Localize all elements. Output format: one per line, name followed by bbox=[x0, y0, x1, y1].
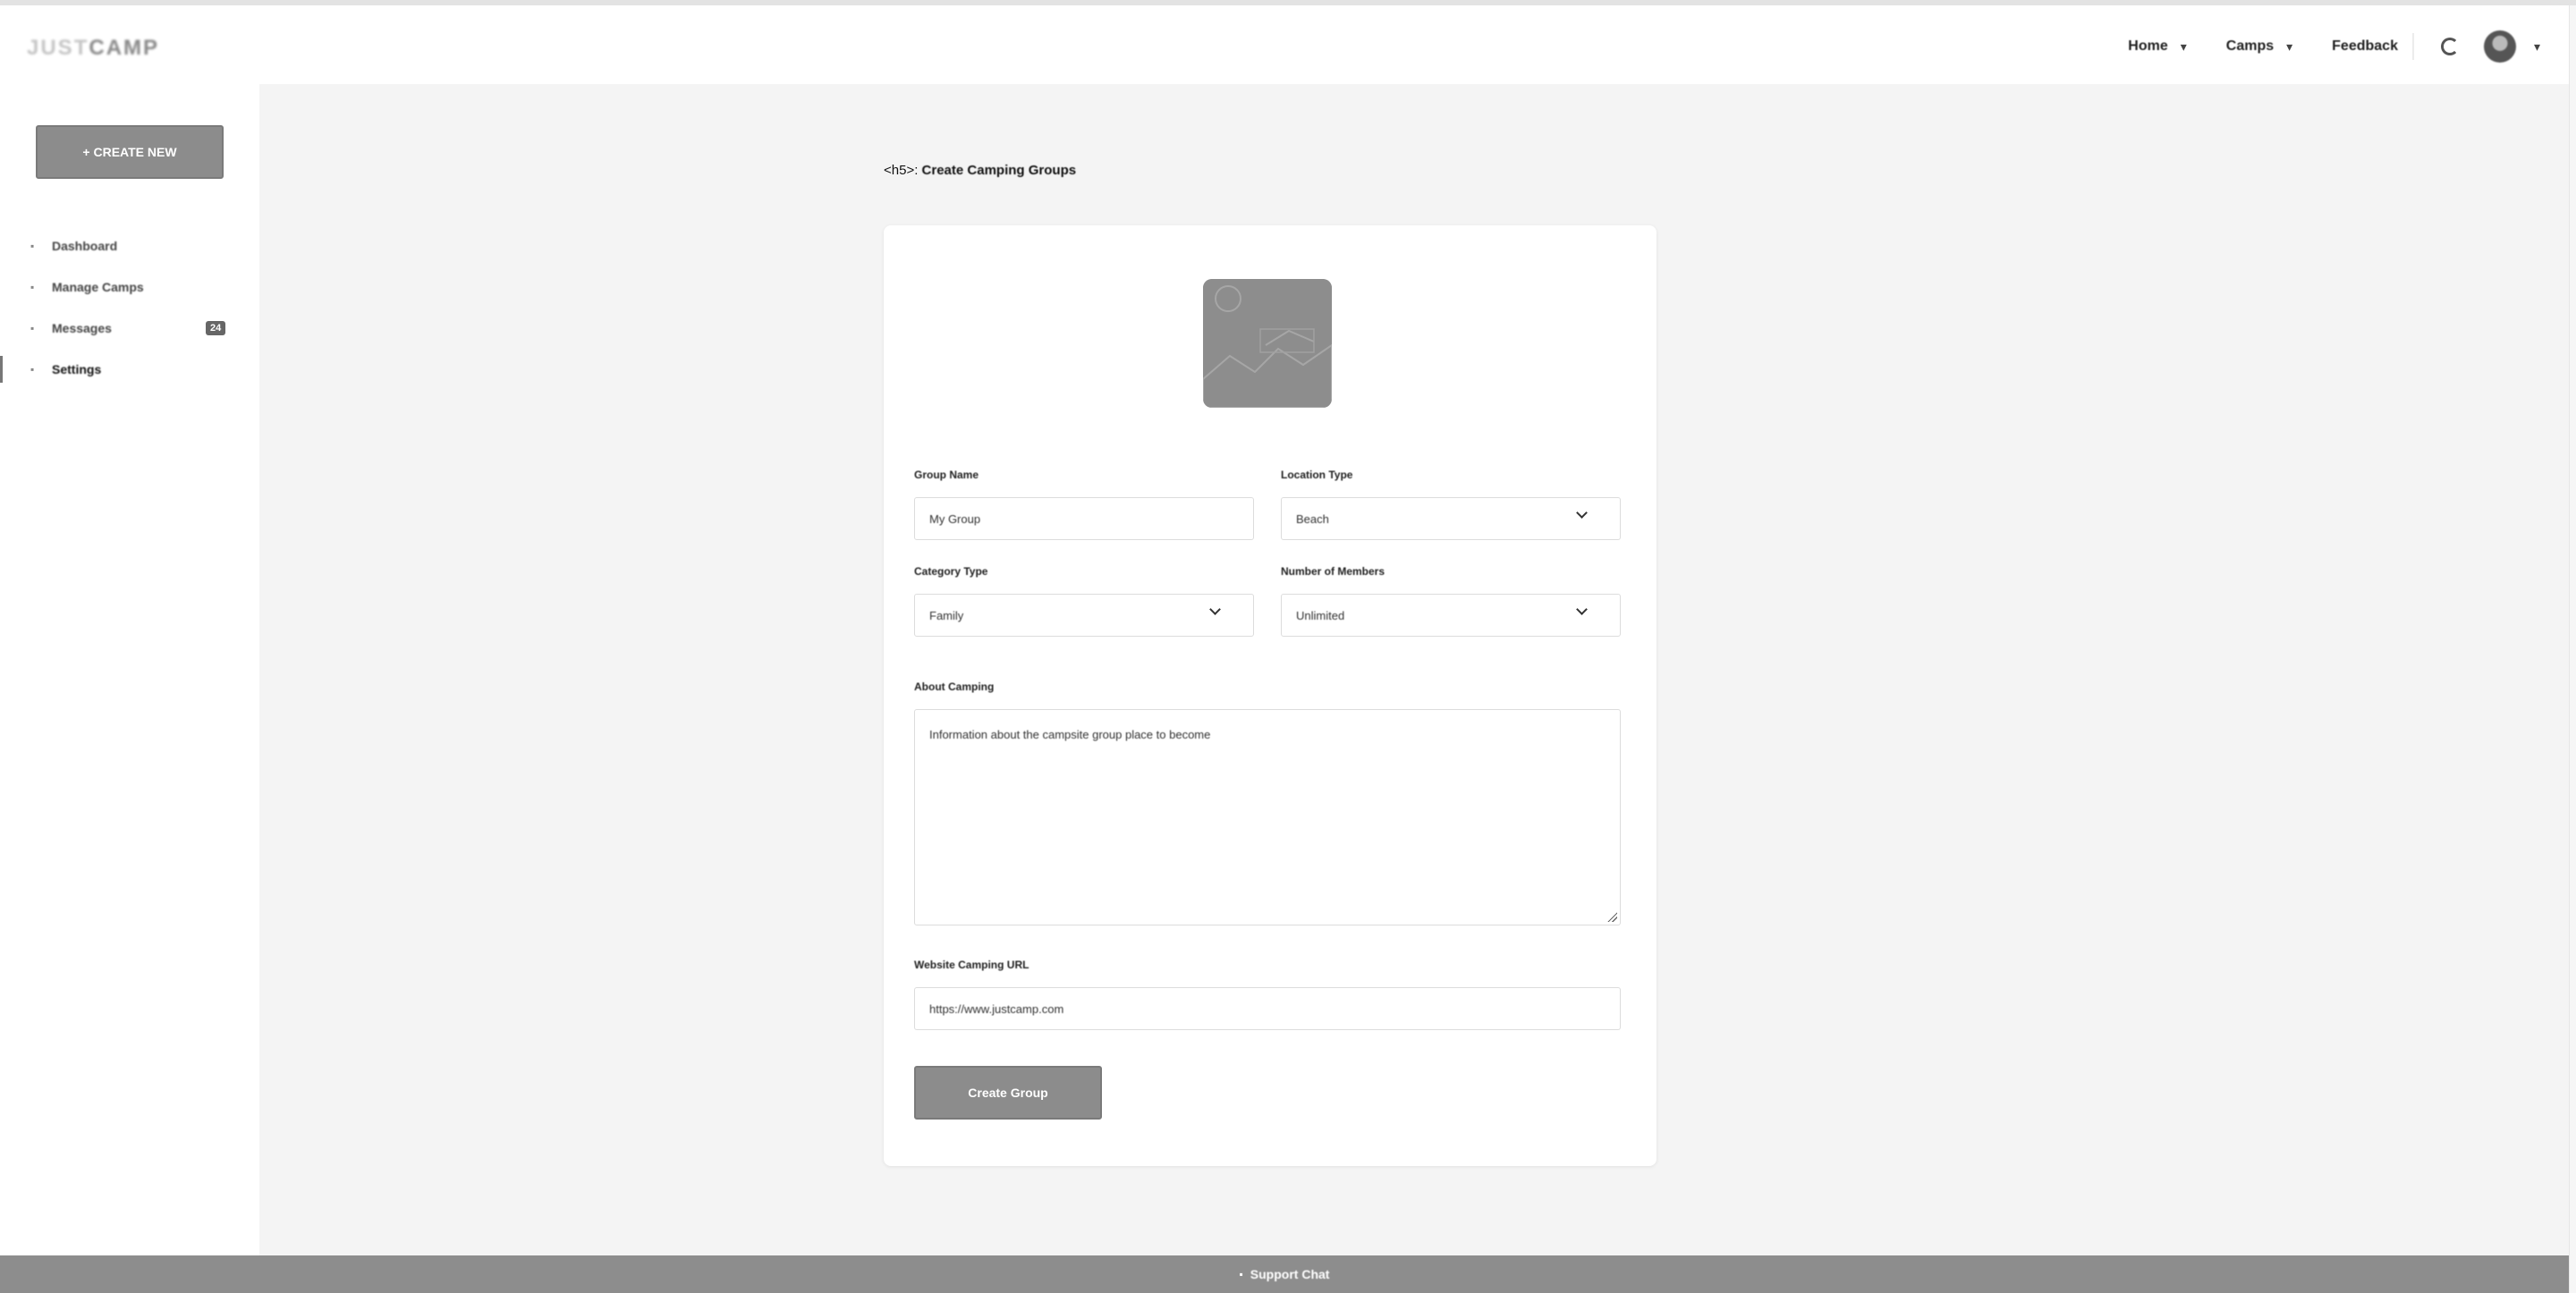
chevron-down-icon[interactable]: ▾ bbox=[2181, 39, 2187, 55]
active-indicator bbox=[0, 356, 3, 383]
website-url-value: https://www.justcamp.com bbox=[929, 1001, 1064, 1016]
nav-divider bbox=[2411, 33, 2414, 60]
group-name-value: My Group bbox=[929, 511, 981, 526]
chevron-down-icon[interactable]: ▾ bbox=[2534, 39, 2540, 55]
top-nav: Home ▾ Camps ▾ Feedback ▾ bbox=[2123, 29, 2540, 64]
sidebar-item-label: Messages bbox=[52, 321, 112, 335]
nav-camps[interactable]: Camps bbox=[2221, 38, 2279, 55]
support-chat-label: Support Chat bbox=[1250, 1267, 1330, 1281]
page-title-prefix: <h5>: bbox=[884, 163, 919, 178]
page-title-text: Create Camping Groups bbox=[921, 163, 1077, 178]
sidebar-item-messages[interactable]: ▪ Messages 24 bbox=[0, 313, 259, 343]
group-name-label: Group Name bbox=[914, 469, 979, 481]
messages-count-badge: 24 bbox=[206, 321, 226, 335]
refresh-icon[interactable] bbox=[2440, 38, 2459, 55]
tent-icon: ▪ bbox=[30, 281, 35, 293]
about-camping-textarea[interactable]: Information about the campsite group pla… bbox=[914, 709, 1621, 925]
location-type-label: Location Type bbox=[1281, 469, 1353, 481]
top-header: JUSTCAMP Home ▾ Camps ▾ Feedback ▾ bbox=[0, 5, 2576, 84]
gear-icon: ▪ bbox=[30, 363, 35, 376]
sidebar-item-manage-camps[interactable]: ▪ Manage Camps bbox=[0, 272, 259, 302]
members-select[interactable]: Unlimited bbox=[1281, 594, 1621, 637]
group-image-upload[interactable] bbox=[1203, 279, 1332, 408]
chevron-down-icon bbox=[1209, 604, 1221, 615]
category-type-select[interactable]: Family bbox=[914, 594, 1254, 637]
dashboard-icon: ▪ bbox=[30, 240, 35, 252]
resize-handle-icon[interactable] bbox=[1606, 911, 1617, 922]
create-new-button[interactable]: + CREATE NEW bbox=[36, 125, 224, 179]
website-url-input[interactable]: https://www.justcamp.com bbox=[914, 987, 1621, 1030]
sidebar-item-label: Settings bbox=[52, 362, 102, 376]
logo-part2: CAMP bbox=[89, 36, 160, 60]
category-type-label: Category Type bbox=[914, 565, 988, 578]
create-group-button[interactable]: Create Group bbox=[914, 1066, 1102, 1120]
page-scrollbar[interactable] bbox=[2569, 5, 2576, 1293]
chat-icon: ▪ bbox=[1239, 1268, 1243, 1280]
logo-part1: JUST bbox=[27, 36, 89, 60]
location-type-value: Beach bbox=[1296, 511, 1329, 526]
about-camping-value: Information about the campsite group pla… bbox=[929, 728, 1211, 741]
sidebar-item-dashboard[interactable]: ▪ Dashboard bbox=[0, 231, 259, 261]
sidebar-item-settings[interactable]: ▪ Settings bbox=[0, 354, 259, 385]
avatar[interactable] bbox=[2483, 30, 2516, 63]
support-chat-bar[interactable]: ▪ Support Chat bbox=[0, 1255, 2569, 1293]
mail-icon: ▪ bbox=[30, 322, 35, 334]
about-camping-label: About Camping bbox=[914, 680, 995, 693]
page-title: <h5>: Create Camping Groups bbox=[884, 163, 1076, 178]
members-value: Unlimited bbox=[1296, 608, 1345, 622]
chevron-down-icon bbox=[1576, 507, 1588, 519]
chevron-down-icon[interactable]: ▾ bbox=[2286, 39, 2292, 55]
location-type-select[interactable]: Beach bbox=[1281, 497, 1621, 540]
members-label: Number of Members bbox=[1281, 565, 1385, 578]
sidebar-item-label: Dashboard bbox=[52, 239, 118, 253]
website-url-label: Website Camping URL bbox=[914, 959, 1030, 971]
nav-feedback[interactable]: Feedback bbox=[2326, 38, 2403, 55]
sidebar: + CREATE NEW ▪ Dashboard ▪ Manage Camps … bbox=[0, 84, 259, 1255]
logo[interactable]: JUSTCAMP bbox=[27, 36, 159, 61]
chevron-down-icon bbox=[1576, 604, 1588, 615]
category-type-value: Family bbox=[929, 608, 964, 622]
nav-home[interactable]: Home bbox=[2123, 38, 2173, 55]
group-name-input[interactable]: My Group bbox=[914, 497, 1254, 540]
landscape-placeholder-icon bbox=[1203, 279, 1332, 408]
sidebar-item-label: Manage Camps bbox=[52, 280, 144, 294]
